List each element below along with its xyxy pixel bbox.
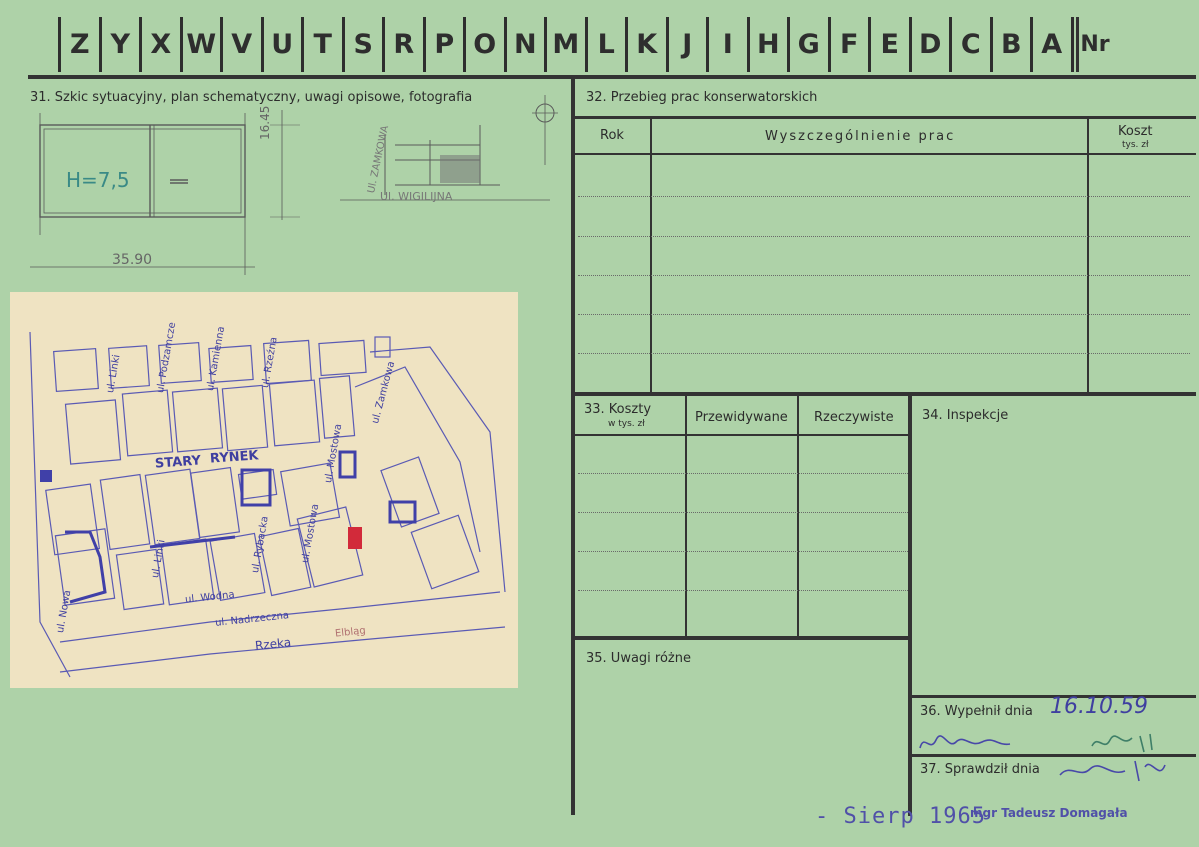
index-letter-w: W — [179, 17, 221, 72]
section-37-label: 37. Sprawdził dnia — [920, 762, 1040, 777]
s32-col-rule-2 — [1087, 116, 1089, 392]
height-note: H=7,5 — [66, 168, 130, 192]
index-letter-e: E — [868, 17, 909, 72]
index-letter-r: R — [382, 17, 423, 72]
s33-dot-row — [578, 590, 908, 591]
s33-dot-row — [578, 512, 908, 513]
index-letter-u: U — [260, 17, 302, 72]
s33-dot-row — [578, 551, 908, 552]
index-letter-l: L — [584, 17, 626, 72]
top-rule — [28, 75, 1196, 79]
letter-strip-end — [1076, 17, 1079, 72]
width-dimension: 35.90 — [112, 252, 153, 268]
s33-col-rule-1 — [685, 396, 687, 637]
index-letter-x: X — [139, 17, 180, 72]
s33-bottom-rule — [575, 636, 910, 640]
pasted-map-photo: STARY RYNEK ul. Linki ul. Podzamcze ul. … — [10, 292, 518, 688]
index-letter-n: N — [503, 17, 545, 72]
index-letter-i: I — [706, 17, 747, 72]
filled-date: 16.10.59 — [1050, 694, 1148, 719]
date-stamp: - Sierp 1965 — [815, 804, 986, 829]
s32-bottom-rule — [575, 392, 1196, 396]
section-32-label: 32. Przebieg prac konserwatorskich — [586, 90, 818, 105]
s32-col-cost: Koszt — [1118, 124, 1153, 139]
s32-dot-row — [578, 236, 1190, 237]
index-letter-p: P — [422, 17, 464, 72]
main-divider — [571, 79, 575, 815]
s32-dot-row — [578, 353, 1190, 354]
street-wigilijna-label: Ul. WIGILIJNA — [380, 190, 453, 203]
index-letter-b: B — [989, 17, 1031, 72]
s32-col-rok: Rok — [600, 128, 624, 143]
depth-dimension: 16.45 — [258, 105, 272, 140]
index-letter-f: F — [827, 17, 869, 72]
section-33-unit: w tys. zł — [608, 419, 645, 429]
index-letter-v: V — [220, 17, 261, 72]
s33-col-planned: Przewidywane — [695, 410, 788, 425]
map-square-label-1: STARY — [154, 453, 202, 472]
index-letter-a: A — [1030, 17, 1071, 72]
index-letter-g: G — [787, 17, 828, 72]
s32-col-rule-1 — [650, 116, 652, 392]
s32-top-rule — [575, 116, 1196, 119]
s33-col-rule-2 — [797, 396, 799, 637]
index-letter-h: H — [746, 17, 788, 72]
index-letter-z: Z — [58, 17, 99, 72]
index-letter-s: S — [341, 17, 383, 72]
old-town-map — [29, 331, 506, 678]
index-letter-o: O — [463, 17, 504, 72]
s32-header-rule — [575, 153, 1196, 155]
checker-signature — [1059, 760, 1166, 782]
s33-header-rule — [575, 434, 910, 436]
record-card: Z Y X W V U T S R P O N M L K J I H G F E D C B A Nr 31. Szkic sy… — [0, 0, 1199, 847]
section-34-label: 34. Inspekcje — [922, 408, 1009, 423]
s32-dot-row — [578, 275, 1190, 276]
s33-dot-row — [578, 473, 908, 474]
s32-dot-row — [578, 196, 1190, 197]
section-33-label: 33. Koszty — [584, 402, 652, 417]
s32-dot-row — [578, 314, 1190, 315]
letter-index-strip: Z Y X W V U T S R P O N M L K J I H G F E D C B A Nr — [58, 17, 1110, 72]
index-letter-d: D — [908, 17, 950, 72]
section-35-label: 35. Uwagi różne — [586, 651, 691, 666]
index-letter-c: C — [949, 17, 990, 72]
index-letter-j: J — [665, 17, 707, 72]
section-36-label: 36. Wypełnił dnia — [920, 704, 1033, 719]
s32-col-cost-unit: tys. zł — [1122, 140, 1149, 150]
index-letter-k: K — [625, 17, 666, 72]
index-letter-m: M — [544, 17, 585, 72]
s32-col-work: Wyszczególnienie prac — [765, 129, 956, 144]
index-letter-y: Y — [98, 17, 140, 72]
index-letter-t: T — [301, 17, 342, 72]
s33-col-actual: Rzeczywiste — [814, 410, 894, 425]
name-stamp: mgr Tadeusz Domagała — [970, 806, 1128, 820]
